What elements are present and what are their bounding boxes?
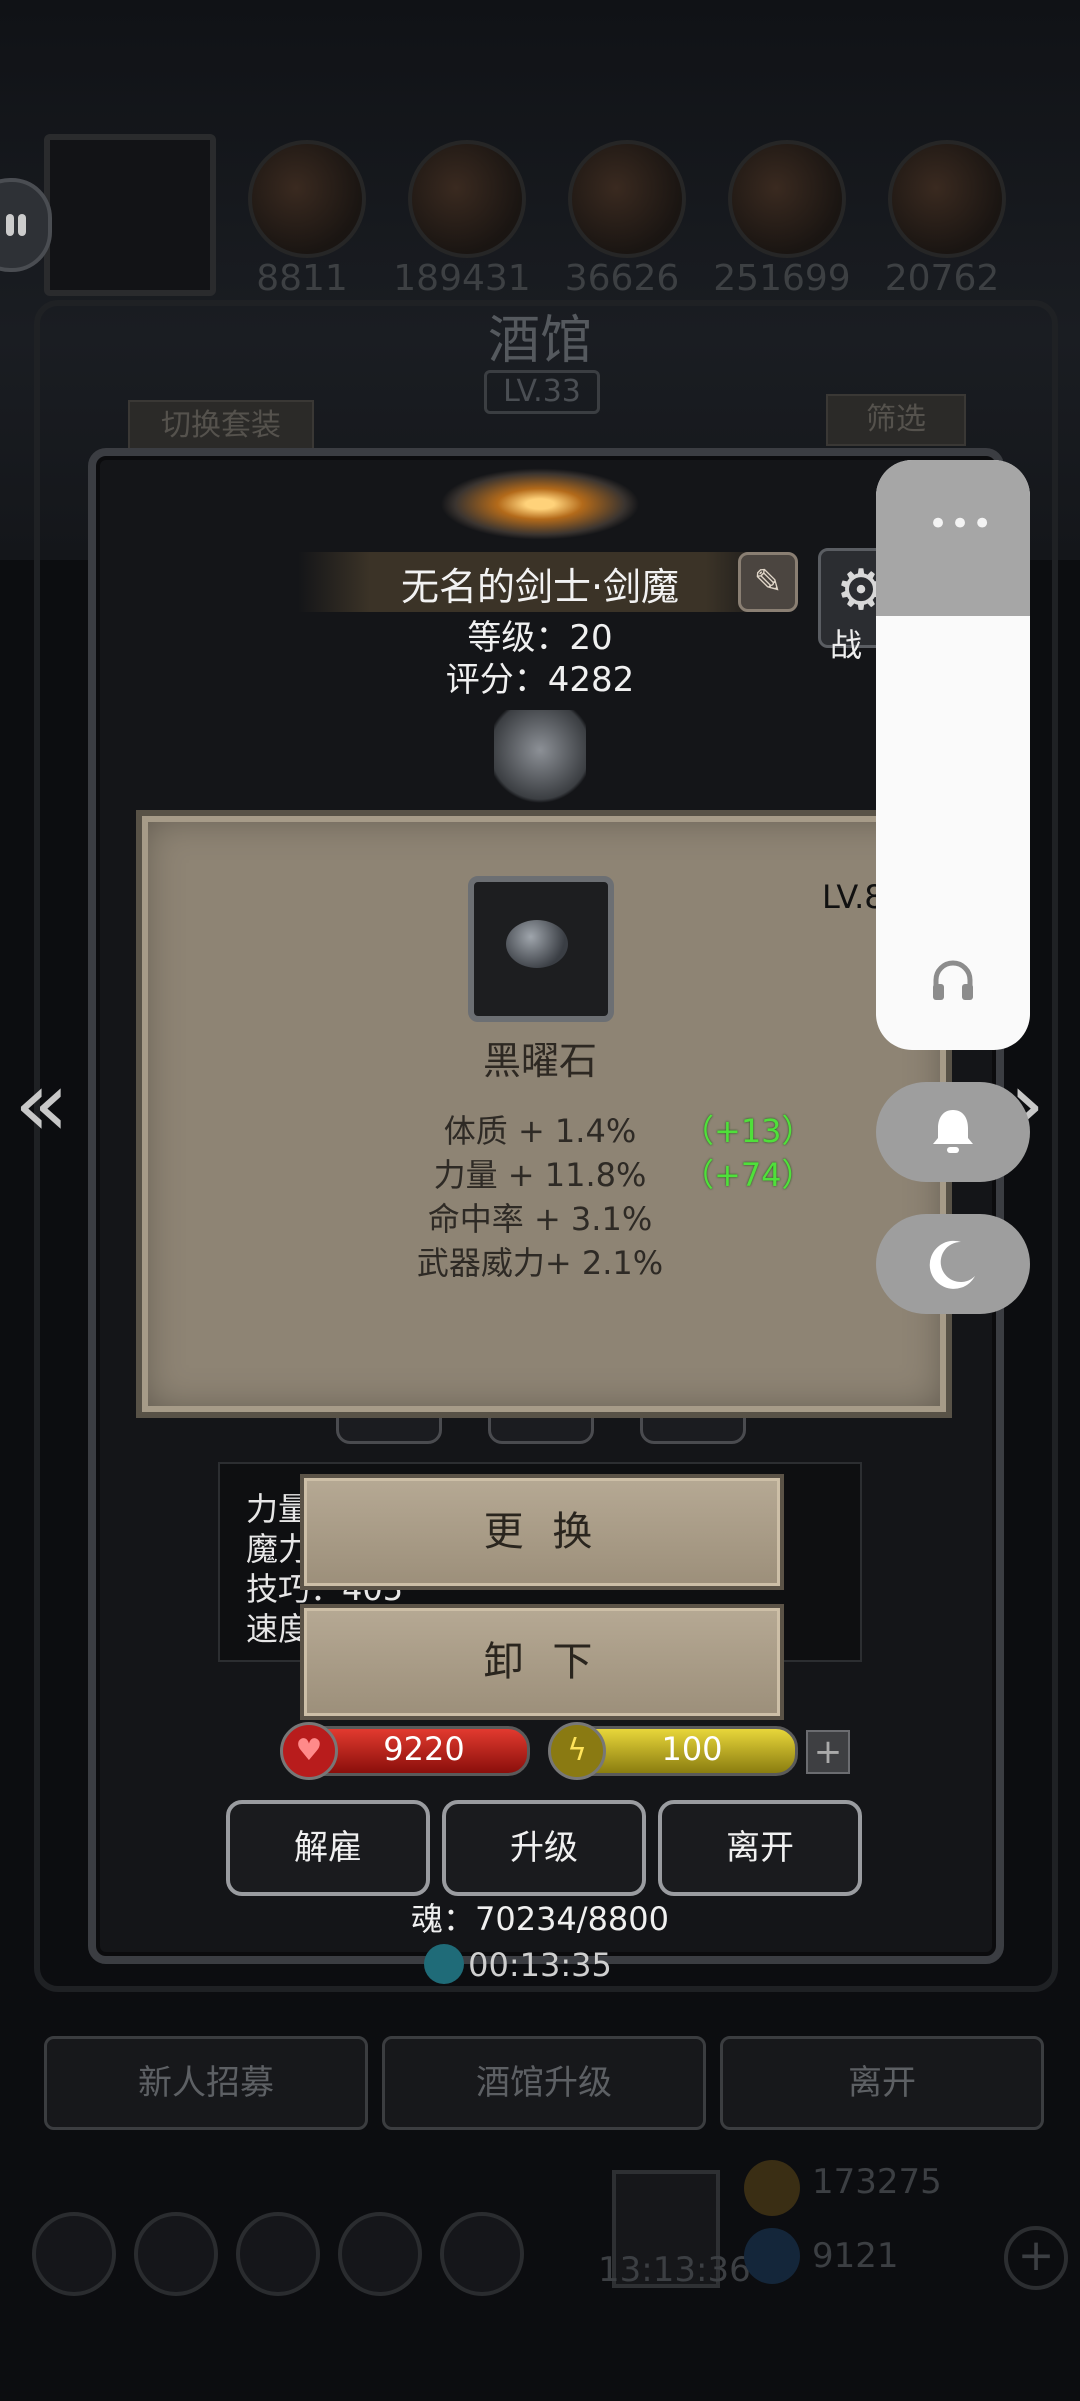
item-stat: 力量 + 11.8% [433, 1156, 647, 1194]
dismiss-button[interactable]: 解雇 [226, 1800, 430, 1896]
resource-value: 20762 [884, 258, 1000, 299]
filter-button[interactable]: 筛选 [826, 394, 966, 446]
gold-amount: 173275 [812, 2162, 942, 2202]
item-stat: 命中率 + 3.1% [427, 1200, 653, 1238]
resource-value: 189431 [393, 258, 531, 299]
moon-emblem-icon [440, 468, 640, 540]
hero-portrait [44, 134, 216, 296]
menu-icon[interactable] [440, 2212, 524, 2296]
item-name: 黑曜石 [482, 1039, 597, 1083]
moon-button[interactable] [876, 1214, 1030, 1314]
menu-icon[interactable] [32, 2212, 116, 2296]
tavern-leave-button[interactable]: 离开 [720, 2036, 1044, 2130]
resource-value: 36626 [564, 258, 680, 299]
replace-button[interactable]: 更 换 [300, 1474, 784, 1590]
hp-value: 9220 [383, 1730, 465, 1768]
soul-counter: 魂：70234/8800 [410, 1900, 670, 1938]
switch-set-button[interactable]: 切换套装 [128, 400, 314, 452]
hero-name: 无名的剑士·剑魔 [400, 565, 680, 609]
crystal-resource-icon [728, 140, 846, 258]
menu-icon[interactable] [338, 2212, 422, 2296]
energy-value: 100 [661, 1730, 723, 1768]
bell-button[interactable] [876, 1082, 1030, 1182]
leave-button[interactable]: 离开 [658, 1800, 862, 1896]
edit-name-button[interactable]: ✎ [738, 552, 798, 612]
recruit-button[interactable]: 新人招募 [44, 2036, 368, 2130]
resource-value: 8811 [256, 258, 348, 299]
tavern-level: LV.33 [484, 370, 600, 414]
helmet-icon [494, 710, 586, 810]
stone-resource-icon [568, 140, 686, 258]
add-energy-button[interactable]: + [806, 1730, 850, 1774]
add-gem-icon[interactable]: + [1004, 2226, 1068, 2290]
fire-resource-icon [248, 140, 366, 258]
moon-icon [929, 1240, 975, 1289]
item-stat: 武器威力+ 2.1% [416, 1244, 664, 1282]
previous-hero-arrow-icon[interactable]: « [14, 1052, 69, 1157]
tavern-upgrade-button[interactable]: 酒馆升级 [382, 2036, 706, 2130]
tavern-title: 酒馆 [487, 311, 592, 371]
game-clock: 13:13:36 [598, 2250, 751, 2290]
gold-coin-icon [744, 2160, 800, 2216]
timer: 00:13:35 [468, 1946, 612, 1984]
pencil-icon: ✎ [753, 562, 783, 602]
menu-icon[interactable] [134, 2212, 218, 2296]
gem-amount: 9121 [812, 2236, 899, 2276]
resource-value: 251699 [713, 258, 851, 299]
unequip-button[interactable]: 卸 下 [300, 1604, 784, 1720]
volume-panel[interactable]: ••• [876, 460, 1030, 1050]
battle-label: 战 [830, 626, 863, 664]
item-stat: 体质 + 1.4% [443, 1112, 637, 1150]
pause-icon [6, 214, 14, 236]
obsidian-stone-icon [506, 920, 568, 968]
item-stat-bonus: （+74） [682, 1156, 814, 1194]
item-stat-bonus: （+13） [682, 1112, 814, 1150]
iron-resource-icon [888, 140, 1006, 258]
hero-score: 评分：4282 [445, 660, 635, 700]
wood-resource-icon [408, 140, 526, 258]
menu-icon[interactable] [236, 2212, 320, 2296]
headphone-icon[interactable] [928, 954, 978, 1004]
gem-icon [744, 2228, 800, 2284]
upgrade-button[interactable]: 升级 [442, 1800, 646, 1896]
bell-icon [933, 1110, 973, 1153]
more-options-icon[interactable]: ••• [928, 504, 994, 544]
